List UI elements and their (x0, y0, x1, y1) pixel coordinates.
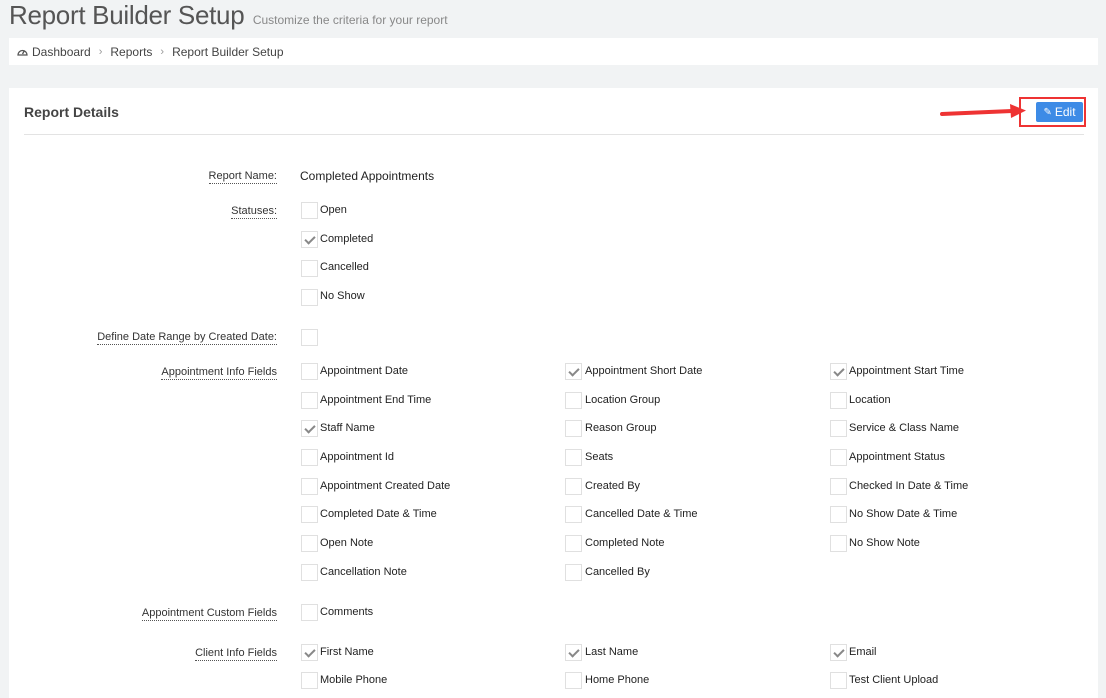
checkbox-label: Home Phone (585, 674, 650, 686)
checkbox-label: Open (320, 204, 347, 216)
checkbox-appointment-id[interactable] (301, 449, 318, 466)
checkbox-staff-name[interactable] (301, 420, 318, 437)
checkbox-label: Cancelled By (585, 566, 650, 578)
checkbox-label: No Show Date & Time (849, 508, 958, 520)
checkbox-cancelled-date-time[interactable] (565, 506, 582, 523)
checkbox-label: First Name (320, 646, 374, 658)
date-range-label: Define Date Range by Created Date: (97, 331, 277, 345)
checkbox-completed-date-time[interactable] (301, 506, 318, 523)
checkbox-no-show[interactable] (301, 289, 318, 306)
pencil-icon: ✎ (1043, 106, 1052, 118)
chevron-right-icon: › (160, 45, 165, 58)
checkbox-label: Appointment Created Date (320, 480, 451, 492)
checkbox-email[interactable] (830, 644, 847, 661)
checkbox-appointment-end-time[interactable] (301, 392, 318, 409)
checkbox-appointment-short-date[interactable] (565, 363, 582, 380)
checkbox-label: Cancelled (320, 261, 369, 273)
breadcrumb-reports[interactable]: Reports (110, 45, 152, 59)
checkbox-cancellation-note[interactable] (301, 564, 318, 581)
checkbox-label: Last Name (585, 646, 639, 658)
chevron-right-icon: › (98, 45, 103, 58)
checkbox-label: Appointment Start Time (849, 365, 964, 377)
page-header: Report Builder Setup Customize the crite… (9, 0, 448, 36)
checkbox-home-phone[interactable] (565, 672, 582, 689)
report-name-label: Report Name: (208, 170, 277, 184)
checkbox-label: Completed (320, 233, 374, 245)
checkbox-appointment-status[interactable] (830, 449, 847, 466)
checkbox-label: Completed Date & Time (320, 508, 437, 520)
checkbox-location-group[interactable] (565, 392, 582, 409)
checkbox-date-range[interactable] (301, 329, 318, 346)
checkbox-service-class-name[interactable] (830, 420, 847, 437)
checkbox-no-show-note[interactable] (830, 535, 847, 552)
checkbox-created-by[interactable] (565, 478, 582, 495)
arrow-annotation-icon (940, 104, 1026, 118)
breadcrumb-dashboard[interactable]: Dashboard (17, 45, 91, 59)
checkbox-label: Cancelled Date & Time (585, 508, 698, 520)
breadcrumb-current: Report Builder Setup (172, 44, 284, 59)
checkbox-label: Location (849, 394, 891, 406)
panel-title: Report Details (24, 104, 119, 120)
checkbox-seats[interactable] (565, 449, 582, 466)
checkbox-label: Appointment Status (849, 451, 946, 463)
statuses-label: Statuses: (231, 205, 277, 219)
edit-button[interactable]: ✎ Edit (1036, 102, 1083, 122)
dashboard-icon (17, 45, 28, 59)
checkbox-open[interactable] (301, 202, 318, 219)
checkbox-last-name[interactable] (565, 644, 582, 661)
checkbox-checked-in-date-time[interactable] (830, 478, 847, 495)
checkbox-first-name[interactable] (301, 644, 318, 661)
checkbox-label: Checked In Date & Time (849, 480, 969, 492)
checkbox-label: Service & Class Name (849, 422, 960, 434)
checkbox-label: No Show (320, 290, 365, 302)
checkbox-label: Appointment Short Date (585, 365, 703, 377)
checkbox-completed-note[interactable] (565, 535, 582, 552)
checkbox-cancelled[interactable] (301, 260, 318, 277)
checkbox-label: Reason Group (585, 422, 657, 434)
checkbox-label: Email (849, 646, 877, 658)
checkbox-label: Appointment Id (320, 451, 394, 463)
checkbox-label: Appointment Date (320, 365, 409, 377)
checkbox-appointment-created-date[interactable] (301, 478, 318, 495)
custom-fields-label: Appointment Custom Fields (141, 607, 277, 621)
checkbox-label: Staff Name (320, 422, 375, 434)
page-subtitle: Customize the criteria for your report (252, 13, 448, 27)
client-info-label: Client Info Fields (195, 647, 277, 661)
checkbox-test-client-upload[interactable] (830, 672, 847, 689)
checkbox-appointment-date[interactable] (301, 363, 318, 380)
appointment-info-label: Appointment Info Fields (161, 366, 277, 380)
checkbox-label: Comments (320, 606, 374, 618)
checkbox-label: Test Client Upload (849, 674, 939, 686)
checkbox-location[interactable] (830, 392, 847, 409)
checkbox-comments[interactable] (301, 604, 318, 621)
checkbox-label: Completed Note (585, 537, 665, 549)
checkbox-label: Appointment End Time (320, 394, 432, 406)
checkbox-label: Cancellation Note (320, 566, 407, 578)
breadcrumb: Dashboard › Reports › Report Builder Set… (9, 38, 1098, 65)
checkbox-label: Location Group (585, 394, 661, 406)
checkbox-completed[interactable] (301, 231, 318, 248)
checkbox-cancelled-by[interactable] (565, 564, 582, 581)
checkbox-reason-group[interactable] (565, 420, 582, 437)
checkbox-label: Seats (585, 451, 614, 463)
panel-header: Report Details (24, 88, 1084, 135)
checkbox-appointment-start-time[interactable] (830, 363, 847, 380)
checkbox-mobile-phone[interactable] (301, 672, 318, 689)
checkbox-label: No Show Note (849, 537, 920, 549)
checkbox-label: Mobile Phone (320, 674, 388, 686)
checkbox-label: Open Note (320, 537, 374, 549)
page-title: Report Builder Setup (9, 0, 245, 30)
checkbox-no-show-date-time[interactable] (830, 506, 847, 523)
checkbox-label: Created By (585, 480, 641, 492)
report-name-value: Completed Appointments (300, 169, 435, 183)
checkbox-open-note[interactable] (301, 535, 318, 552)
